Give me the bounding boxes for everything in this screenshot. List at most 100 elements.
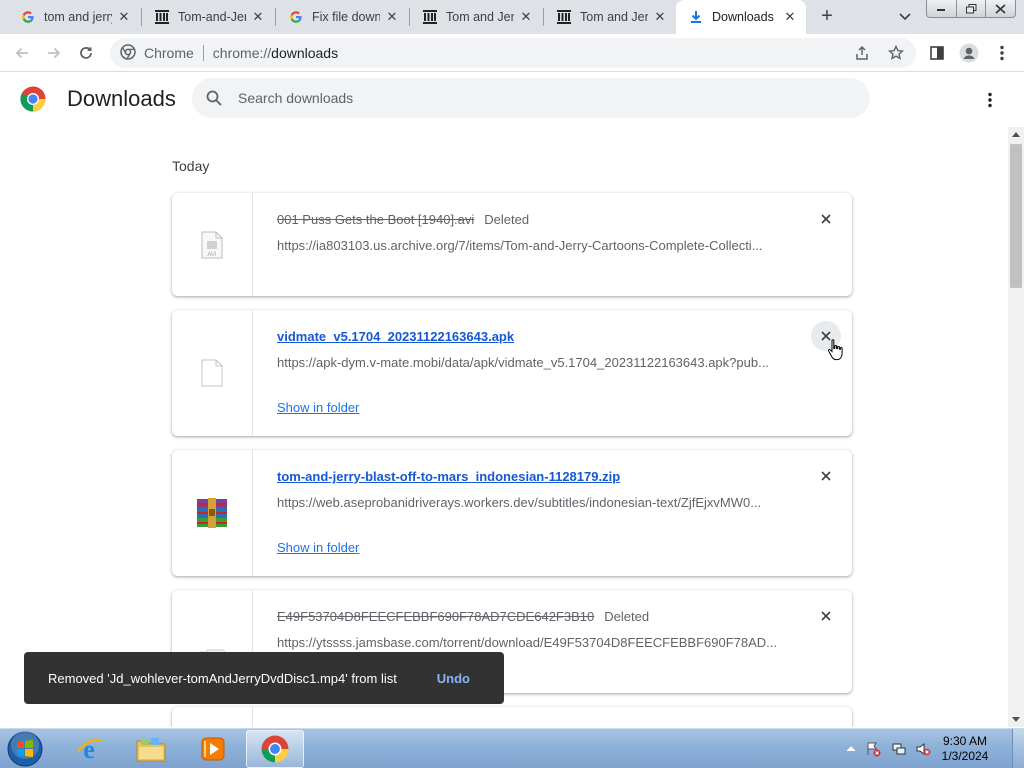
- show-in-folder-link[interactable]: Show in folder: [277, 400, 359, 415]
- close-tab-icon[interactable]: ✕: [518, 9, 534, 25]
- restore-button[interactable]: [957, 0, 987, 17]
- close-icon: [821, 214, 831, 224]
- arrow-left-icon: [15, 47, 28, 59]
- scrollbar-thumb[interactable]: [1010, 144, 1022, 288]
- scroll-up-arrow-icon[interactable]: [1012, 132, 1020, 137]
- tab-tom-and-jerry-search[interactable]: tom and jerry ✕: [8, 0, 140, 34]
- windows-start-icon: [7, 731, 43, 767]
- removed-toast: Removed 'Jd_wohlever-tomAndJerryDvdDisc1…: [24, 652, 504, 704]
- new-tab-button[interactable]: +: [814, 5, 840, 29]
- window-controls: [926, 0, 1016, 18]
- url-host: downloads: [271, 45, 339, 61]
- tab-tom-and-jerry-archive-1[interactable]: Tom-and-Jerry ✕: [142, 0, 274, 34]
- clock-time: 9:30 AM: [942, 734, 988, 748]
- taskbar-media-player[interactable]: [184, 730, 242, 768]
- chrome-page-icon: [120, 43, 136, 63]
- address-bar[interactable]: Chrome chrome:// downloads: [110, 38, 916, 68]
- svg-text:AVI: AVI: [207, 252, 217, 258]
- tab-title: Tom and Jerry: [580, 10, 648, 24]
- tab-fix-file-download[interactable]: Fix file down ✕: [276, 0, 408, 34]
- system-clock[interactable]: 9:30 AM 1/3/2024: [930, 734, 1000, 764]
- file-name-link[interactable]: tom-and-jerry-blast-off-to-mars_indonesi…: [277, 469, 620, 484]
- search-downloads-input[interactable]: [238, 90, 798, 106]
- date-group-label: Today: [172, 158, 210, 174]
- remove-from-list-button[interactable]: [811, 461, 841, 491]
- tab-downloads[interactable]: Downloads ✕: [676, 0, 806, 34]
- tab-title: tom and jerry: [44, 10, 112, 24]
- chevron-up-icon: [846, 746, 856, 752]
- show-desktop-button[interactable]: [1012, 729, 1024, 768]
- action-center-icon[interactable]: [864, 741, 882, 757]
- close-tab-icon[interactable]: ✕: [384, 9, 400, 25]
- minimize-button[interactable]: [927, 0, 957, 17]
- remove-from-list-button[interactable]: [811, 601, 841, 631]
- tab-title: Fix file down: [312, 10, 380, 24]
- undo-button[interactable]: Undo: [437, 671, 470, 686]
- downloads-header: Downloads: [0, 73, 1024, 127]
- file-url: https://ia803103.us.archive.org/7/items/…: [277, 238, 763, 253]
- show-hidden-icons-button[interactable]: [842, 741, 860, 757]
- share-icon: [856, 45, 868, 60]
- start-button[interactable]: [4, 730, 46, 768]
- reload-button[interactable]: [72, 39, 100, 67]
- scheme-label: Chrome: [144, 45, 194, 61]
- blank-file-icon: [201, 359, 223, 387]
- chrome-menu-button[interactable]: [988, 39, 1016, 67]
- share-button[interactable]: [850, 38, 874, 68]
- show-in-folder-link[interactable]: Show in folder: [277, 540, 359, 555]
- tab-title: Tom and Jerry: [446, 10, 514, 24]
- google-g-icon: [20, 9, 36, 25]
- tab-search-button[interactable]: [894, 5, 916, 29]
- tab-tom-and-jerry-archive-3[interactable]: Tom and Jerry ✕: [544, 0, 676, 34]
- tab-title: Downloads: [712, 10, 774, 24]
- reload-icon: [80, 47, 92, 59]
- avatar-icon: [959, 43, 979, 63]
- network-icon[interactable]: [890, 741, 908, 757]
- kebab-menu-icon: [988, 92, 992, 108]
- tab-title: Tom-and-Jerry: [178, 10, 246, 24]
- archive-icon: [556, 9, 572, 25]
- file-icon-column: [172, 310, 253, 436]
- chrome-logo-icon: [20, 86, 46, 112]
- side-panel-button[interactable]: [923, 39, 951, 67]
- back-button[interactable]: [8, 39, 36, 67]
- taskbar-file-explorer[interactable]: [122, 730, 180, 768]
- arrow-right-icon: [48, 47, 61, 59]
- file-name-link[interactable]: vidmate_v5.1704_20231122163643.apk: [277, 329, 514, 344]
- taskbar-chrome[interactable]: [246, 730, 304, 768]
- search-icon: [204, 88, 224, 108]
- close-tab-icon[interactable]: ✕: [782, 9, 798, 25]
- remove-from-list-button[interactable]: [811, 204, 841, 234]
- google-g-icon: [288, 9, 304, 25]
- file-name: E49F53704D8FEECFEBBF690F78AD7CDE642F3B10…: [277, 609, 649, 624]
- close-tab-icon[interactable]: ✕: [250, 9, 266, 25]
- chevron-down-icon: [899, 13, 911, 21]
- close-tab-icon[interactable]: ✕: [116, 9, 132, 25]
- omnibox-divider: [202, 45, 204, 61]
- vertical-scrollbar[interactable]: [1008, 127, 1024, 727]
- archive-icon: [154, 9, 170, 25]
- chrome-icon: [261, 735, 289, 763]
- side-panel-icon: [930, 46, 944, 60]
- close-icon: [821, 611, 831, 621]
- file-url: https://web.aseprobanidriverays.workers.…: [277, 495, 762, 510]
- file-icon-column: AVI: [172, 193, 253, 296]
- scroll-down-arrow-icon[interactable]: [1012, 717, 1020, 722]
- downloads-more-actions-button[interactable]: [978, 88, 1002, 112]
- bookmark-button[interactable]: [884, 38, 908, 68]
- file-name: 001 Puss Gets the Boot [1940].avi Deleted: [277, 212, 529, 227]
- search-box[interactable]: [192, 78, 870, 118]
- close-tab-icon[interactable]: ✕: [652, 9, 668, 25]
- minimize-icon: [937, 8, 946, 11]
- close-window-button[interactable]: [986, 0, 1015, 17]
- restore-icon: [965, 3, 976, 13]
- taskbar-internet-explorer[interactable]: e: [60, 730, 118, 768]
- profile-button[interactable]: [955, 39, 983, 67]
- star-icon: [888, 45, 904, 60]
- tab-tom-and-jerry-archive-2[interactable]: Tom and Jerry ✕: [410, 0, 542, 34]
- close-icon: [821, 471, 831, 481]
- browser-toolbar: Chrome chrome:// downloads: [0, 34, 1024, 72]
- file-explorer-icon: [136, 738, 166, 762]
- forward-button[interactable]: [40, 39, 68, 67]
- kebab-menu-icon: [1000, 45, 1004, 61]
